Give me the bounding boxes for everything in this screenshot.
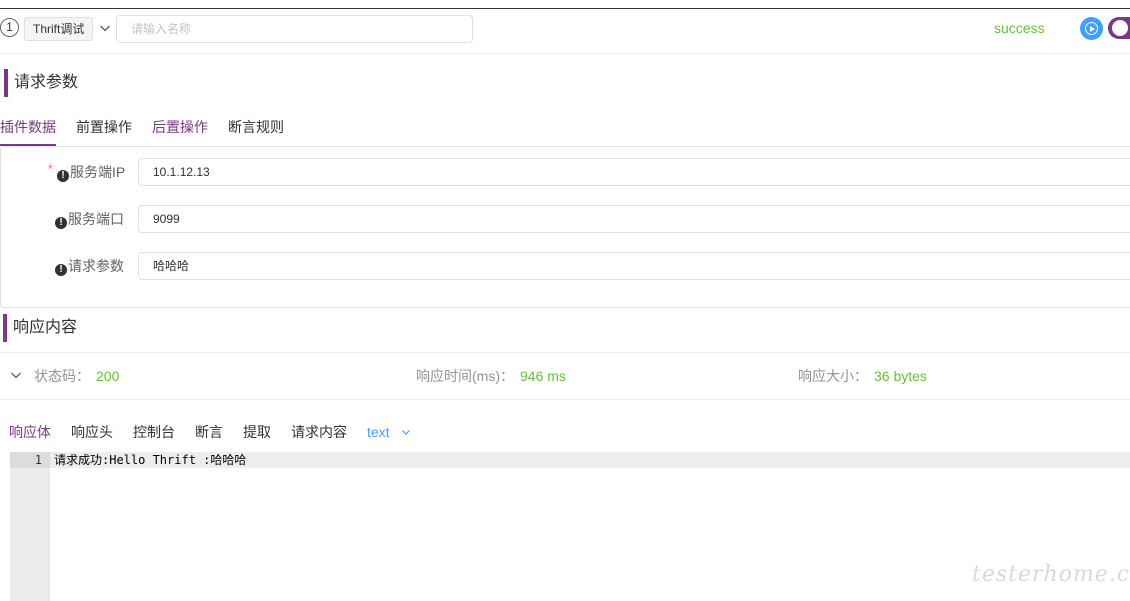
response-divider-bottom [0, 399, 1130, 400]
tab-response-body[interactable]: 响应体 [9, 422, 51, 442]
tab-pre-operation[interactable]: 前置操作 [76, 116, 132, 138]
request-params-label: ! 请求参数 [55, 256, 124, 276]
step-header: 1 Thrift调试 success [0, 14, 1130, 44]
response-divider-top [0, 352, 1130, 353]
response-time-info: 响应时间(ms)： 946 ms [416, 368, 566, 384]
tab-request-content[interactable]: 请求内容 [291, 422, 347, 442]
editor-code-line: 请求成功:Hello Thrift :哈哈哈 [54, 453, 247, 467]
editor-gutter [10, 452, 50, 601]
response-size-value: 36 bytes [874, 368, 927, 384]
play-icon [1085, 22, 1098, 35]
tab-extract[interactable]: 提取 [243, 422, 271, 442]
info-icon: ! [55, 217, 67, 229]
tab-post-operation[interactable]: 后置操作 [152, 116, 208, 138]
collapse-chevron-icon[interactable] [99, 22, 111, 34]
tab-plugin-data[interactable]: 插件数据 [0, 116, 56, 138]
status-code-value: 200 [96, 368, 120, 384]
tab-assertion-rules[interactable]: 断言规则 [228, 116, 284, 138]
top-border [0, 8, 1130, 9]
info-icon: ! [57, 170, 69, 182]
step-type-tag: Thrift调试 [24, 17, 94, 41]
step-number: 1 [0, 18, 19, 37]
step-name-input[interactable] [116, 15, 473, 43]
server-ip-label: ! 服务端IP [57, 162, 125, 182]
form-row-server-port: ! 服务端口 9099 [1, 205, 1130, 233]
form-row-request-params: ! 请求参数 哈哈哈 [1, 252, 1130, 280]
tab-response-headers[interactable]: 响应头 [71, 422, 113, 442]
response-time-value: 946 ms [520, 368, 566, 384]
server-port-input[interactable]: 9099 [138, 205, 1130, 233]
response-section-title: 响应内容 [3, 314, 77, 342]
response-size-info: 响应大小： 36 bytes [798, 368, 927, 384]
info-icon: ! [55, 264, 67, 276]
request-section-title: 请求参数 [4, 69, 78, 97]
enable-toggle[interactable] [1108, 17, 1130, 39]
tab-assertions[interactable]: 断言 [195, 422, 223, 442]
request-params-input[interactable]: 哈哈哈 [138, 252, 1130, 280]
tab-console[interactable]: 控制台 [133, 422, 175, 442]
server-port-label: ! 服务端口 [55, 209, 124, 229]
line-number: 1 [34, 453, 42, 467]
header-divider [0, 53, 1130, 54]
chevron-down-icon[interactable] [401, 427, 411, 437]
run-status: success [994, 20, 1045, 36]
status-code-info: 状态码： 200 [34, 368, 120, 384]
watermark: testerhome.com [972, 562, 1130, 587]
toggle-knob [1112, 20, 1128, 36]
plugin-data-form: * ! 服务端IP 10.1.12.13 ! 服务端口 9099 ! 请求参数 哈哈哈 [0, 146, 1130, 308]
collapse-chevron-icon[interactable] [10, 369, 22, 381]
required-marker: * [48, 162, 53, 176]
format-select[interactable]: text [367, 422, 390, 442]
server-ip-input[interactable]: 10.1.12.13 [138, 158, 1130, 186]
run-button[interactable] [1080, 17, 1103, 40]
form-row-server-ip: * ! 服务端IP 10.1.12.13 [1, 158, 1130, 186]
response-body-editor[interactable]: 1 请求成功:Hello Thrift :哈哈哈 [10, 452, 1130, 601]
